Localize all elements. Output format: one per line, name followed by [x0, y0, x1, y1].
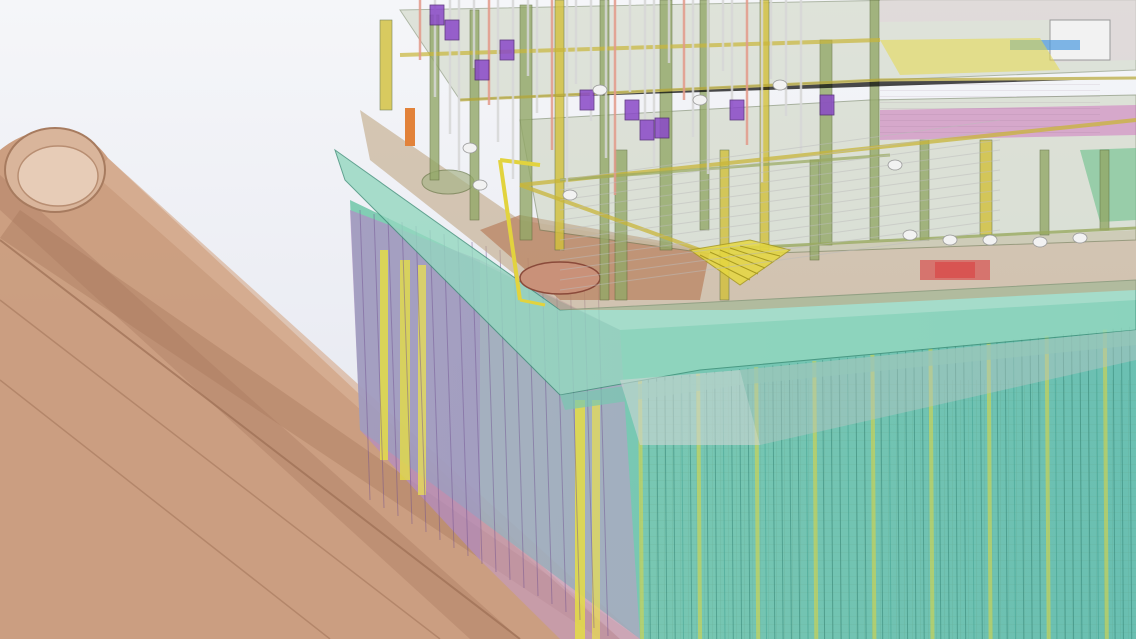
structural-column[interactable] — [554, 0, 565, 251]
slab-opening — [519, 261, 601, 295]
mep-unit[interactable] — [819, 94, 835, 116]
mep-unit[interactable] — [639, 119, 655, 141]
structural-column[interactable] — [1099, 149, 1110, 231]
mep-unit[interactable] — [499, 39, 515, 61]
mep-unit[interactable] — [729, 99, 745, 121]
light-fixture — [982, 234, 998, 246]
structural-column[interactable] — [1039, 149, 1050, 236]
model-viewport[interactable] — [0, 0, 1136, 639]
light-fixture — [1072, 232, 1088, 244]
mep-unit[interactable] — [474, 59, 490, 81]
bim-3d-scene[interactable] — [0, 0, 1136, 639]
light-fixture — [887, 159, 903, 171]
light-fixture — [592, 84, 608, 96]
wall-panel-joint — [1102, 329, 1109, 639]
light-fixture — [1032, 236, 1048, 248]
light-fixture — [562, 189, 578, 201]
structural-column[interactable] — [379, 19, 393, 111]
red-floor-patch — [935, 262, 975, 278]
wall-panel-joint — [1044, 335, 1051, 639]
orange-duct — [405, 108, 415, 146]
light-fixture — [692, 94, 708, 106]
structural-column[interactable] — [599, 0, 610, 301]
mep-unit[interactable] — [429, 4, 445, 26]
structural-column[interactable] — [719, 149, 730, 301]
mep-unit[interactable] — [579, 89, 595, 111]
structural-column[interactable] — [519, 4, 533, 241]
light-fixture — [462, 142, 478, 154]
structural-column[interactable] — [979, 139, 993, 236]
mep-unit[interactable] — [444, 19, 460, 41]
light-fixture — [772, 79, 788, 91]
mep-unit[interactable] — [624, 99, 640, 121]
light-fixture — [942, 234, 958, 246]
light-fixture — [472, 179, 488, 191]
light-fixture — [902, 229, 918, 241]
structural-column[interactable] — [869, 0, 880, 241]
mep-unit[interactable] — [654, 117, 670, 139]
